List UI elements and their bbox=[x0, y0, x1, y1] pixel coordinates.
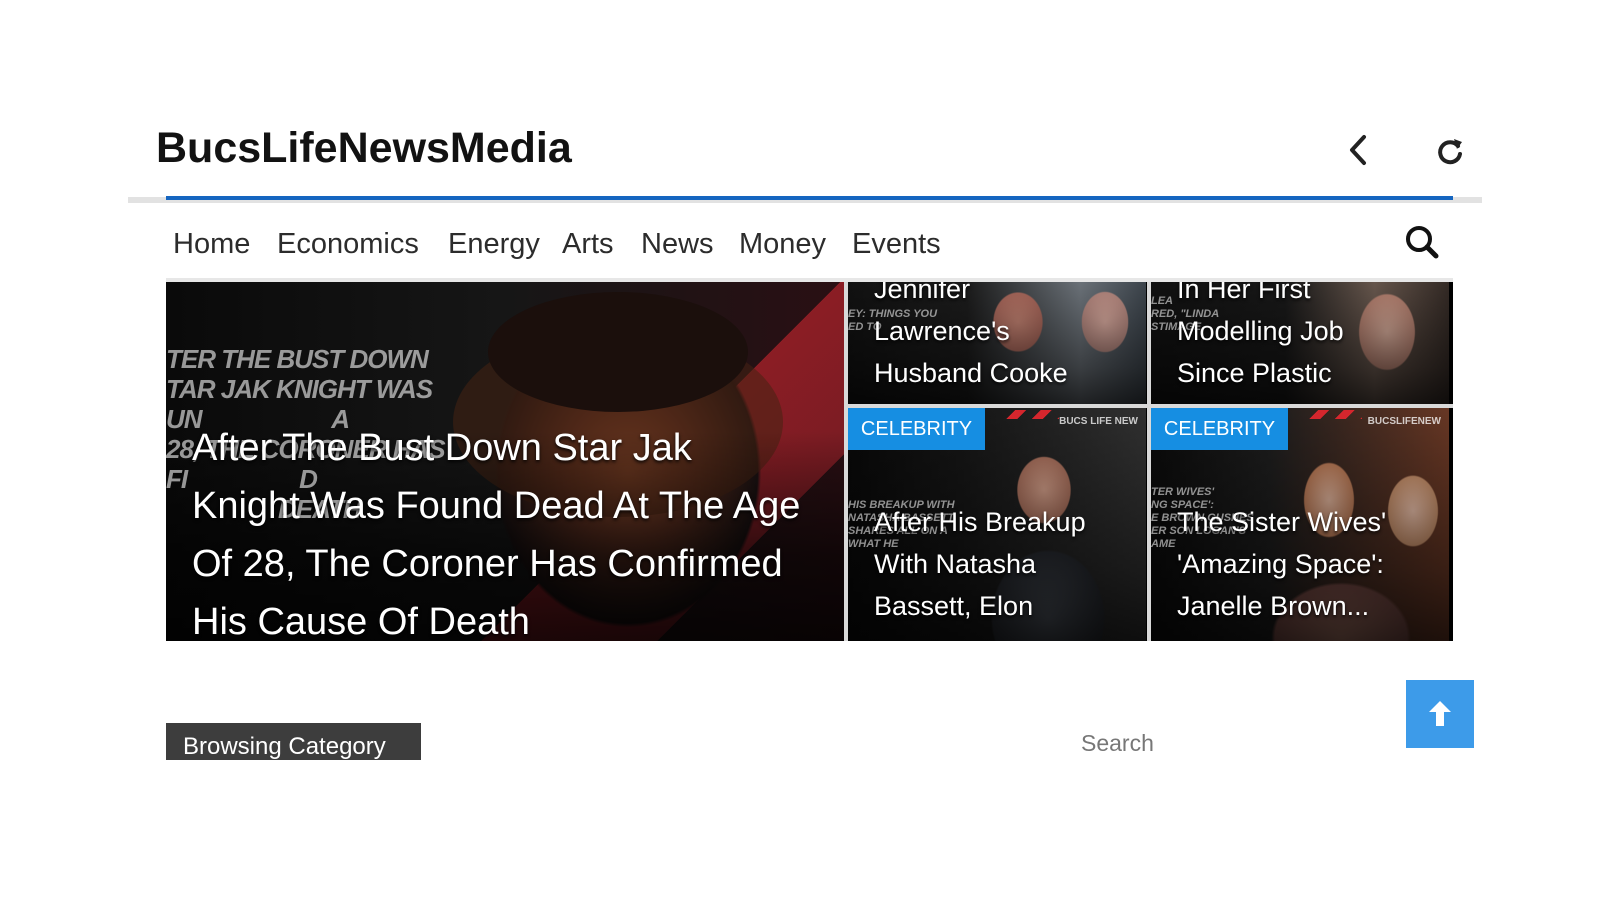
main-navigation: Home Economics Energy Arts News Money Ev… bbox=[166, 222, 1453, 274]
story-card-sister-wives[interactable]: CELEBRITY BUCSLIFENEW TER WIVES' NG SPAC… bbox=[1151, 408, 1449, 641]
search-field-label[interactable]: Search bbox=[1081, 728, 1154, 758]
featured-news-grid: TER THE BUST DOWN TAR JAK KNIGHT WAS UN … bbox=[166, 282, 1453, 641]
refresh-icon bbox=[1438, 139, 1462, 165]
mobile-browser-page: BucsLifeNewsMedia Home Economics Energy … bbox=[0, 0, 1600, 900]
grid-vertical-divider bbox=[844, 282, 848, 641]
nav-item-news[interactable]: News bbox=[641, 224, 714, 264]
story-card-title[interactable]: In Her First Modelling Job Since Plastic bbox=[1177, 282, 1439, 394]
featured-story-title[interactable]: After The Bust Down Star Jak Knight Was … bbox=[192, 419, 807, 641]
category-badge[interactable]: CELEBRITY bbox=[848, 408, 985, 450]
story-card-jennifer-lawrence[interactable]: EY: THINGS YOU ED TO Jennifer Lawrence's… bbox=[848, 282, 1146, 404]
back-button[interactable] bbox=[1336, 128, 1380, 172]
browsing-category-heading: Browsing Category bbox=[166, 723, 421, 760]
grid-vertical-divider bbox=[1147, 282, 1151, 641]
image-brand-mark: BUCSLIFENEW bbox=[1367, 416, 1441, 427]
red-stripe-graphic bbox=[1304, 410, 1362, 419]
category-badge[interactable]: CELEBRITY bbox=[1151, 408, 1288, 450]
story-card-title[interactable]: The Sister Wives' 'Amazing Space': Janel… bbox=[1177, 501, 1439, 627]
nav-item-events[interactable]: Events bbox=[852, 224, 941, 264]
red-stripe-graphic bbox=[1001, 410, 1059, 419]
search-icon bbox=[1406, 226, 1439, 259]
story-card-modelling-job[interactable]: LEA RED, "LINDA STIMAGE In Her First Mod… bbox=[1151, 282, 1449, 404]
arrow-up-icon bbox=[1429, 701, 1451, 726]
nav-item-money[interactable]: Money bbox=[739, 224, 826, 264]
story-card-title[interactable]: Jennifer Lawrence's Husband Cooke bbox=[874, 282, 1136, 394]
refresh-button[interactable] bbox=[1428, 128, 1472, 172]
app-header: BucsLifeNewsMedia bbox=[128, 115, 1482, 200]
nav-item-home[interactable]: Home bbox=[173, 224, 250, 264]
nav-item-economics[interactable]: Economics bbox=[277, 224, 419, 264]
featured-story-main[interactable]: TER THE BUST DOWN TAR JAK KNIGHT WAS UN … bbox=[166, 282, 844, 641]
header-accent-rule bbox=[166, 196, 1453, 200]
story-card-title[interactable]: After His Breakup With Natasha Bassett, … bbox=[874, 501, 1136, 627]
chevron-left-icon bbox=[1350, 135, 1366, 165]
image-brand-mark: BUCS LIFE NEW bbox=[1059, 416, 1138, 427]
nav-item-energy[interactable]: Energy bbox=[448, 224, 540, 264]
scroll-to-top-button[interactable] bbox=[1406, 680, 1474, 748]
site-title[interactable]: BucsLifeNewsMedia bbox=[156, 123, 572, 173]
nav-item-arts[interactable]: Arts bbox=[562, 224, 614, 264]
story-card-elon-breakup[interactable]: CELEBRITY BUCS LIFE NEW HIS BREAKUP WITH… bbox=[848, 408, 1146, 641]
search-button[interactable] bbox=[1401, 222, 1443, 264]
